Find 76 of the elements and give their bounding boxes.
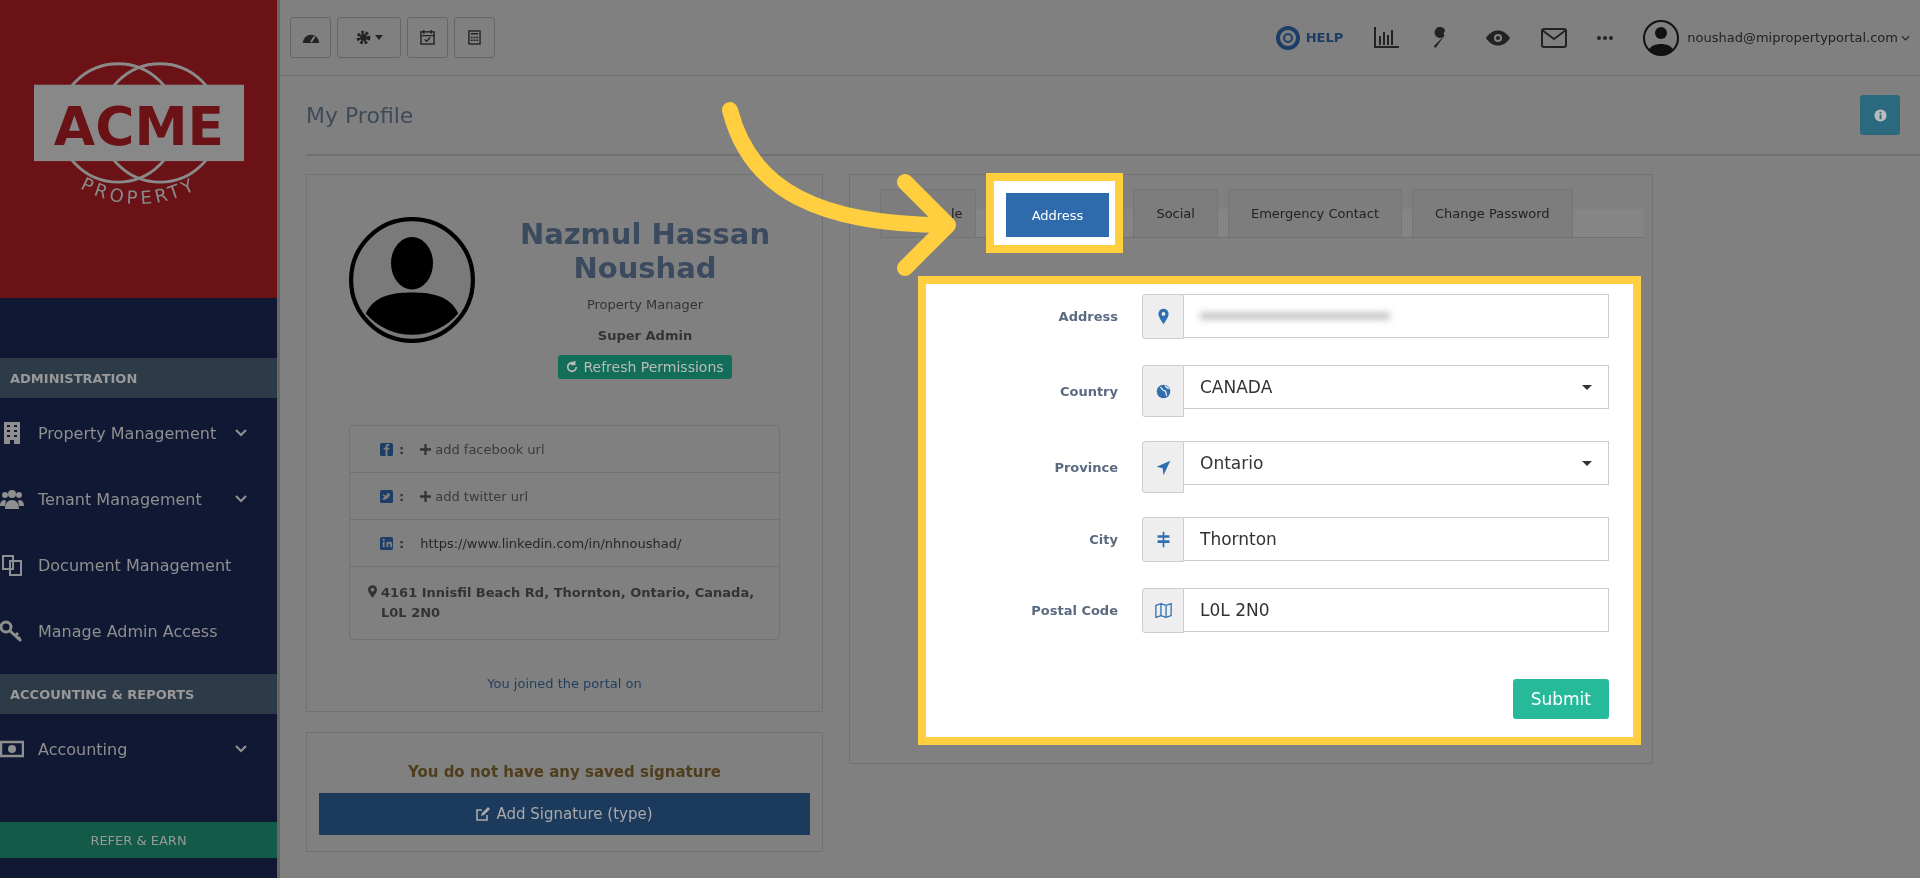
refresh-icon	[566, 361, 579, 373]
settings-icon	[355, 29, 372, 46]
refer-earn-button[interactable]: REFER & EARN	[0, 822, 277, 858]
users-icon	[0, 487, 24, 511]
select-field[interactable]: Ontario	[1184, 441, 1609, 485]
edit-icon	[476, 807, 491, 821]
tab[interactable]: Emergency Contact	[1227, 189, 1402, 237]
mail-icon[interactable]	[1541, 26, 1568, 49]
map-icon	[1154, 602, 1172, 619]
section-header: ADMINISTRATION	[0, 358, 277, 398]
colon-separator: :	[399, 488, 405, 504]
profile-role: Property Manager	[586, 297, 704, 312]
field-label: Postal Code	[1030, 603, 1119, 618]
section-header: ACCOUNTING & REPORTS	[0, 674, 277, 714]
signature-message: You do not have any saved signature	[407, 763, 722, 781]
caret-icon	[1582, 384, 1592, 390]
social-link[interactable]: https://www.linkedin.com/in/nhnoushad/	[420, 535, 682, 551]
calculator-icon	[468, 30, 481, 45]
profile-name: Nazmul Hassan Noushad	[518, 217, 772, 285]
lifebuoy-icon	[1275, 25, 1300, 50]
chevron-down-icon	[1901, 34, 1910, 41]
facebook-icon	[380, 442, 393, 456]
sidebar-item[interactable]: Accounting	[0, 716, 277, 782]
acme-property-logo: ACME PROPERTY	[33, 56, 244, 228]
bar-chart-icon[interactable]	[1373, 26, 1400, 49]
map-pin-icon	[368, 585, 377, 598]
sidebar-item[interactable]: Manage Admin Access	[0, 598, 277, 664]
user-avatar[interactable]	[1643, 19, 1680, 56]
calendar-icon	[420, 30, 435, 45]
field-label: Address	[1057, 309, 1119, 324]
settings-button[interactable]	[337, 17, 401, 58]
chevron-down-icon	[235, 429, 247, 437]
calendar-button[interactable]	[407, 17, 448, 58]
refresh-permissions-button[interactable]: Refresh Permissions	[558, 355, 732, 379]
address-input[interactable]	[1184, 294, 1609, 338]
colon-separator: :	[399, 535, 405, 551]
joined-text: You joined the portal on	[486, 676, 643, 691]
submit-button[interactable]: Submit	[1512, 679, 1609, 719]
sidebar-item[interactable]: Document Management	[0, 532, 277, 598]
info-icon	[1873, 108, 1887, 122]
tab[interactable]: Address	[1005, 193, 1110, 237]
field-label: Province	[1053, 459, 1119, 475]
dashboard-button[interactable]	[290, 17, 331, 58]
linkedin-icon	[380, 536, 393, 550]
profile-address: 4161 Innisfil Beach Rd, Thornton, Ontario, Canada, L0L 2N0	[381, 584, 756, 622]
chevron-down-icon	[235, 745, 247, 753]
colon-separator: :	[399, 441, 405, 457]
key-icon	[0, 619, 24, 643]
twitter-icon	[380, 489, 393, 503]
input-field[interactable]: L0L 2N0	[1184, 588, 1609, 632]
tab[interactable]: Change Password	[1412, 189, 1573, 237]
add-signature-button[interactable]: Add Signature (type)	[319, 793, 810, 835]
sidebar-item[interactable]: Tenant Management	[0, 466, 277, 532]
caret-icon	[1582, 460, 1592, 466]
arrow-icon	[1154, 458, 1172, 476]
social-link[interactable]: add twitter url	[435, 488, 528, 504]
globe-icon	[1154, 382, 1172, 400]
social-link[interactable]: add facebook url	[435, 441, 545, 457]
more-icon[interactable]	[1597, 35, 1614, 40]
help-link[interactable]: HELP	[1275, 25, 1344, 50]
plus-icon	[420, 443, 432, 455]
documents-icon	[0, 553, 24, 577]
user-menu[interactable]: noushad@mipropertyportal.com	[1687, 30, 1910, 45]
tab[interactable]: Social	[1133, 189, 1218, 237]
input-field[interactable]: Thornton	[1184, 517, 1609, 561]
calculator-button[interactable]	[454, 17, 495, 58]
chevron-down-icon	[235, 495, 247, 503]
sidebar-item[interactable]: Property Management	[0, 400, 277, 466]
plus-icon	[420, 490, 432, 502]
field-label: City	[1088, 532, 1119, 547]
select-field[interactable]: CANADA	[1184, 365, 1609, 409]
info-button[interactable]	[1860, 95, 1900, 135]
field-label: Country	[1058, 383, 1119, 399]
page-title: My Profile	[306, 102, 414, 128]
caret-icon	[375, 35, 383, 40]
access-level: Super Admin	[597, 328, 693, 343]
